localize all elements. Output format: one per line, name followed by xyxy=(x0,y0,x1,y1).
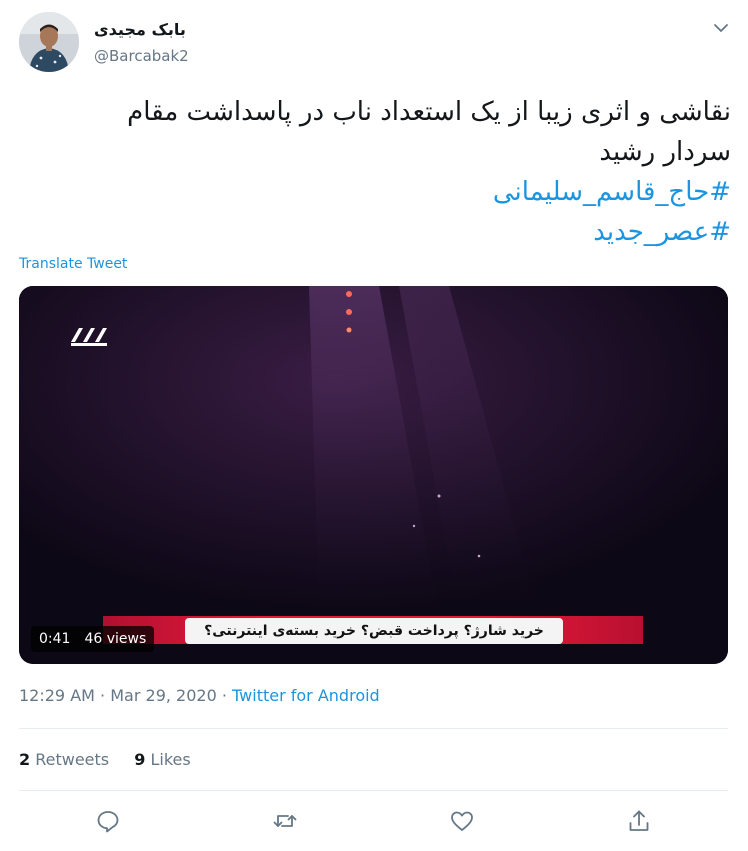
video-frame xyxy=(19,286,728,664)
video-views: 46 views xyxy=(84,631,147,647)
retweets-count: 2 xyxy=(19,750,31,769)
video-duration: 0:41 xyxy=(39,631,71,647)
hashtag-link[interactable]: #حاج_قاسم_سلیمانی xyxy=(19,172,731,212)
hashtag-link[interactable]: #عصر_جدید xyxy=(19,212,731,252)
tweet-text-line: سردار رشید xyxy=(599,137,731,167)
likes-label: Likes xyxy=(150,750,191,769)
separator: · xyxy=(221,686,227,705)
ticker-text: خرید شارژ؟ پرداخت قبض؟ خرید بسته‌ی اینتر… xyxy=(185,618,563,644)
tweet-date[interactable]: Mar 29, 2020 xyxy=(110,686,217,705)
video-info-badge: 0:41 46 views xyxy=(31,626,155,652)
tweet-actions xyxy=(19,804,728,840)
chevron-down-icon[interactable] xyxy=(711,18,731,38)
heart-icon[interactable] xyxy=(449,808,475,834)
tweet-meta: 12:29 AM · Mar 29, 2020 · Twitter for An… xyxy=(19,686,380,705)
channel-logo-icon xyxy=(69,322,115,352)
display-name[interactable]: بابک مجیدی xyxy=(94,20,189,39)
divider xyxy=(19,790,728,791)
divider xyxy=(19,728,728,729)
translate-tweet-link[interactable]: Translate Tweet xyxy=(19,256,127,272)
tweet-text: نقاشی و اثری زیبا از یک استعداد ناب در پ… xyxy=(19,92,731,252)
retweet-icon[interactable] xyxy=(272,808,298,834)
video-player[interactable]: خرید شارژ؟ پرداخت قبض؟ خرید بسته‌ی اینتر… xyxy=(19,286,728,664)
likes-count: 9 xyxy=(134,750,146,769)
share-icon[interactable] xyxy=(626,808,652,834)
user-names: بابک مجیدی @Barcabak2 xyxy=(94,20,189,65)
separator: · xyxy=(100,686,106,705)
reply-icon[interactable] xyxy=(95,808,121,834)
avatar[interactable] xyxy=(19,12,79,72)
tweet-stats: 2 Retweets 9 Likes xyxy=(19,750,191,769)
retweets-stat[interactable]: 2 Retweets xyxy=(19,750,109,769)
likes-stat[interactable]: 9 Likes xyxy=(134,750,190,769)
user-handle[interactable]: @Barcabak2 xyxy=(94,47,189,65)
tweet-header: بابک مجیدی @Barcabak2 xyxy=(19,12,731,78)
tweet-time[interactable]: 12:29 AM xyxy=(19,686,95,705)
retweets-label: Retweets xyxy=(35,750,110,769)
tweet-source-link[interactable]: Twitter for Android xyxy=(232,686,380,705)
tweet-text-line: نقاشی و اثری زیبا از یک استعداد ناب در پ… xyxy=(127,97,731,127)
avatar-image xyxy=(19,12,79,72)
